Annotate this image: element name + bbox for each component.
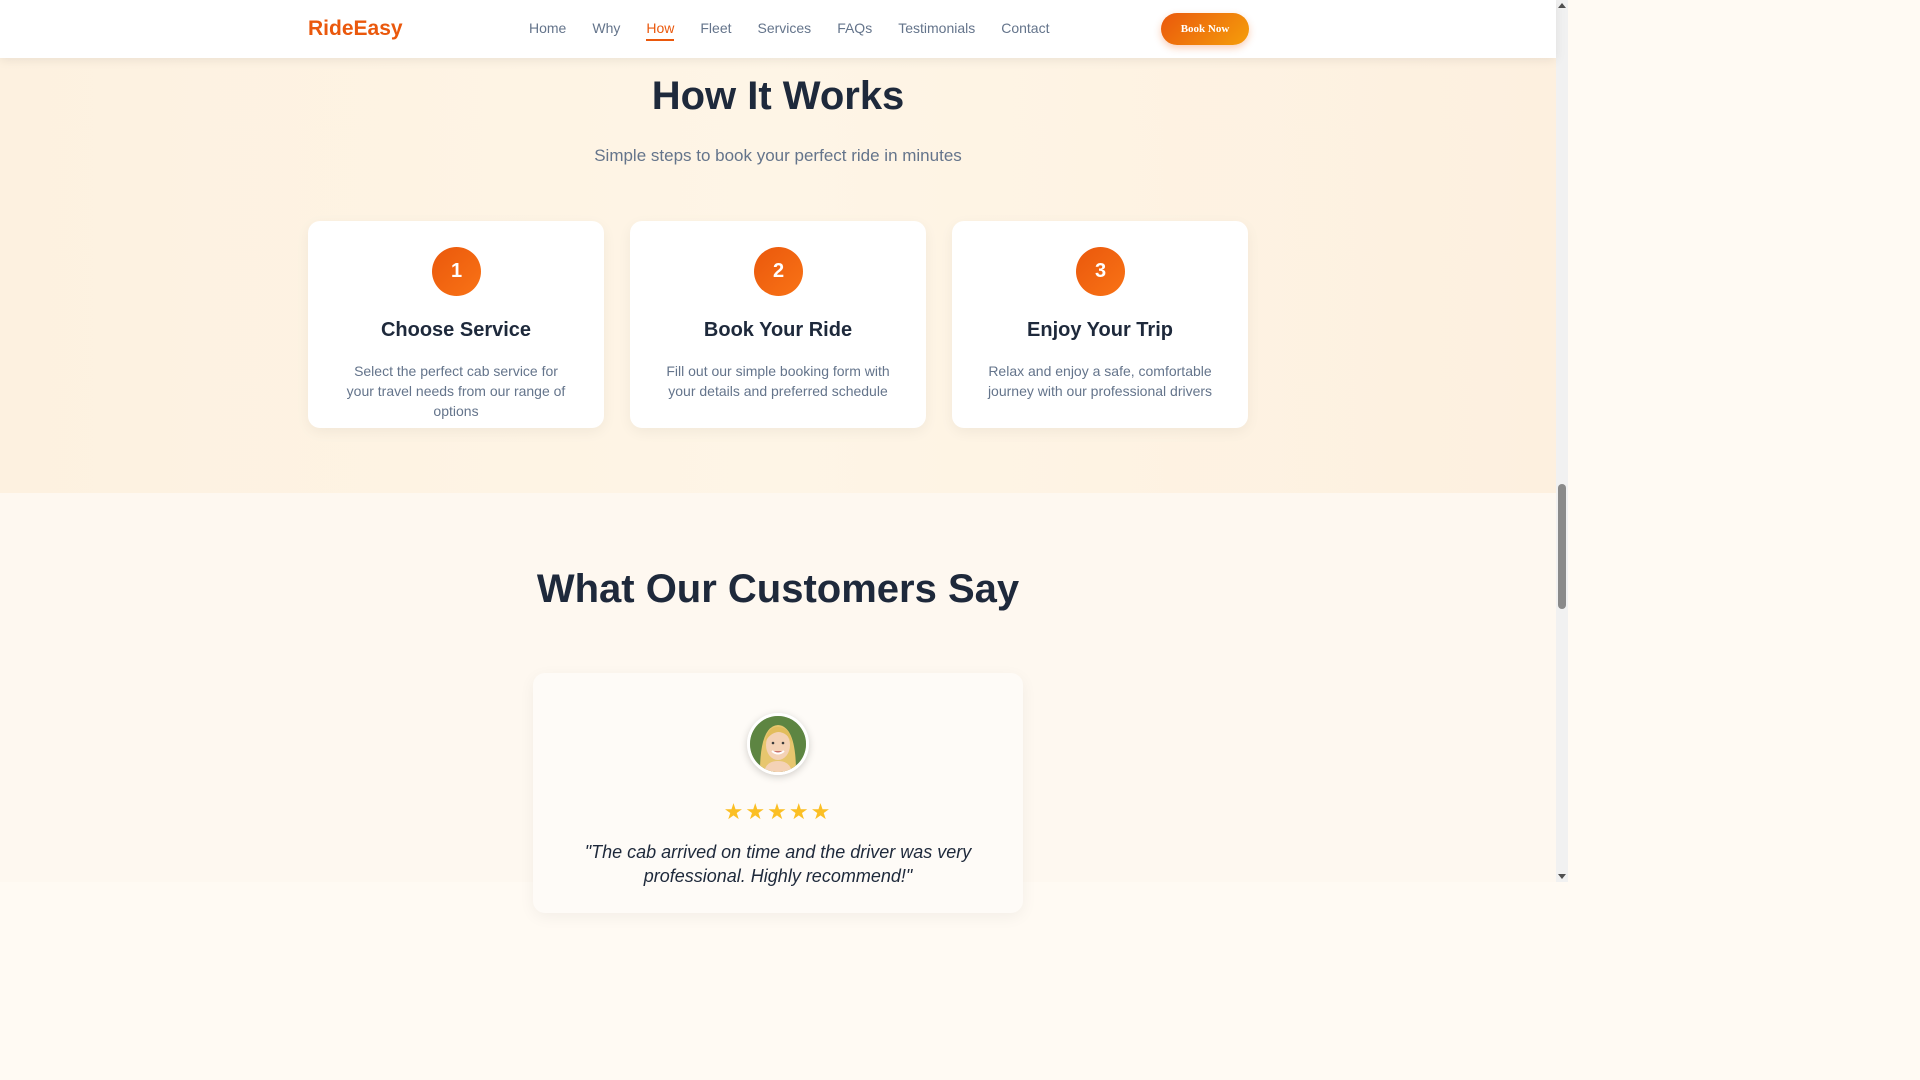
scrollbar-thumb[interactable] bbox=[1558, 484, 1566, 609]
nav-link-why[interactable]: Why bbox=[592, 20, 620, 36]
customer-avatar bbox=[747, 713, 809, 775]
how-it-works-section: How It Works Simple steps to book your p… bbox=[0, 58, 1556, 493]
nav-link-how[interactable]: How bbox=[646, 20, 675, 41]
step-card-choose-service: 1 Choose Service Select the perfect cab … bbox=[308, 221, 604, 428]
star-icon: ★ bbox=[767, 799, 789, 824]
how-it-works-title: How It Works bbox=[651, 74, 905, 118]
testimonial-card: ★★★★★ "The cab arrived on time and the d… bbox=[533, 673, 1023, 913]
star-icon: ★ bbox=[810, 799, 833, 824]
star-icon: ★ bbox=[723, 799, 746, 824]
testimonials-title: What Our Customers Say bbox=[536, 567, 1020, 611]
step-card-book-your-ride: 2 Book Your Ride Fill out our simple boo… bbox=[630, 221, 926, 428]
testimonials-section: What Our Customers Say ★★★★★ "The cab ar… bbox=[0, 493, 1556, 913]
page-scrollbar[interactable] bbox=[1556, 0, 1568, 882]
steps-grid: 1 Choose Service Select the perfect cab … bbox=[308, 221, 1248, 428]
step-description: Relax and enjoy a safe, comfortable jour… bbox=[987, 363, 1213, 399]
step-description: Fill out our simple booking form with yo… bbox=[666, 363, 890, 399]
scroll-up-arrow-icon[interactable] bbox=[1558, 3, 1566, 8]
scroll-down-arrow-icon[interactable] bbox=[1558, 874, 1566, 879]
step-number-badge: 3 bbox=[1076, 247, 1125, 296]
nav-link-contact[interactable]: Contact bbox=[1001, 20, 1049, 36]
how-it-works-subtitle: Simple steps to book your perfect ride i… bbox=[594, 146, 962, 165]
testimonial-quote: "The cab arrived on time and the driver … bbox=[584, 842, 972, 886]
top-navbar: RideEasy Home Why How Fleet Services FAQ… bbox=[0, 0, 1556, 58]
step-number-badge: 1 bbox=[432, 247, 481, 296]
brand-logo[interactable]: RideEasy bbox=[308, 17, 403, 41]
star-icon: ★ bbox=[788, 799, 811, 824]
step-card-enjoy-your-trip: 3 Enjoy Your Trip Relax and enjoy a safe… bbox=[952, 221, 1248, 428]
nav-link-faqs[interactable]: FAQs bbox=[837, 20, 872, 36]
nav-link-testimonials[interactable]: Testimonials bbox=[898, 20, 975, 36]
step-title: Book Your Ride bbox=[703, 319, 853, 341]
nav-links: Home Why How Fleet Services FAQs Testimo… bbox=[529, 20, 1049, 41]
step-number-badge: 2 bbox=[754, 247, 803, 296]
step-description: Select the perfect cab service for your … bbox=[346, 363, 566, 419]
star-icon: ★ bbox=[745, 799, 768, 824]
nav-link-fleet[interactable]: Fleet bbox=[700, 20, 731, 36]
nav-link-home[interactable]: Home bbox=[529, 20, 566, 36]
book-now-button[interactable]: Book Now bbox=[1161, 13, 1249, 45]
rating-stars: ★★★★★ bbox=[533, 799, 1023, 825]
nav-link-services[interactable]: Services bbox=[758, 20, 812, 36]
avatar-portrait-icon bbox=[750, 716, 806, 772]
step-title: Enjoy Your Trip bbox=[1027, 319, 1173, 341]
step-title: Choose Service bbox=[380, 319, 532, 341]
